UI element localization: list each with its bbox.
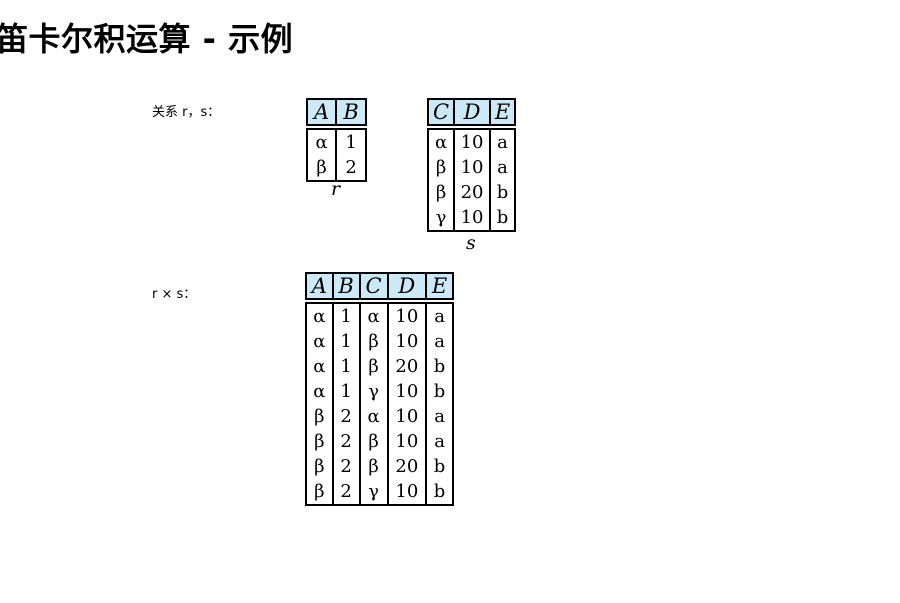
table-cell: β — [305, 404, 334, 429]
table-cell: α — [358, 302, 389, 329]
table-cell: 10 — [453, 128, 491, 155]
caption-r: r — [331, 178, 341, 200]
page-title: 笛卡尔积运算 - 示例 — [0, 20, 294, 58]
column-header: D — [453, 98, 491, 126]
table-s: C D Eα 10 a β 10 a β 20 b γ 10 b — [426, 98, 517, 232]
table-row: γ 10 b — [426, 205, 517, 232]
table-row: α 1 β 20 b — [305, 354, 454, 379]
column-header: A — [305, 272, 334, 300]
column-header: B — [335, 98, 367, 126]
table-cell: b — [488, 205, 517, 232]
table-cell: β — [358, 329, 389, 354]
table-row: α 1 γ 10 b — [305, 379, 454, 404]
table-cell: a — [425, 329, 454, 354]
table-cell: β — [426, 180, 456, 205]
table-cell: 2 — [331, 454, 361, 479]
table-cell: 10 — [386, 329, 428, 354]
table-cell: a — [425, 404, 454, 429]
table-cell: γ — [426, 205, 456, 232]
column-header: B — [331, 272, 361, 300]
table-row: β 2 β 10 a — [305, 429, 454, 454]
table-r-times-s: A B C D Eα 1 α 10 a α 1 β 10 a α 1 β 20 b α 1 γ 10 b β 2 α 10 a β 2 β 10… — [305, 272, 454, 506]
table-cell: β — [358, 454, 389, 479]
column-header: C — [426, 98, 456, 126]
table-cell: α — [305, 329, 334, 354]
table-cell: 2 — [331, 479, 361, 506]
table-cell: β — [358, 429, 389, 454]
table-cell: 1 — [331, 379, 361, 404]
table-row: α 1 α 10 a — [305, 302, 454, 329]
table-cell: 1 — [331, 302, 361, 329]
table-row: α 10 a — [426, 128, 517, 155]
table-cell: a — [488, 128, 517, 155]
table-cell: 1 — [335, 128, 367, 155]
table-cell: b — [425, 454, 454, 479]
table-cell: β — [305, 479, 334, 506]
table-row: α1 — [305, 128, 367, 155]
label-cartesian-product: r × s： — [152, 287, 197, 302]
table-cell: 20 — [386, 454, 428, 479]
header-row: CDE — [426, 98, 517, 126]
table-cell: 2 — [331, 429, 361, 454]
column-header: E — [425, 272, 454, 300]
table-cell: a — [488, 155, 517, 180]
label-relations-r-s: 关系 r，s： — [152, 105, 221, 120]
table-row: β 2 α 10 a — [305, 404, 454, 429]
header-row: ABCDE — [305, 272, 454, 300]
table-cell: a — [425, 429, 454, 454]
table-row: β 2 γ 10 b — [305, 479, 454, 506]
table-row: α 1 β 10 a — [305, 329, 454, 354]
table-cell: 1 — [331, 354, 361, 379]
column-header: A — [305, 98, 338, 126]
table-cell: β — [426, 155, 456, 180]
table-cell: 10 — [386, 379, 428, 404]
table-cell: β — [358, 354, 389, 379]
table-cell: b — [425, 479, 454, 506]
table-cell: α — [305, 128, 338, 155]
table-cell: 2 — [331, 404, 361, 429]
header-row: AB — [305, 98, 367, 126]
table-cell: β — [305, 454, 334, 479]
table-cell: β — [305, 429, 334, 454]
table-cell: α — [305, 354, 334, 379]
table-cell: α — [305, 379, 334, 404]
column-header: E — [488, 98, 517, 126]
table-cell: b — [488, 180, 517, 205]
table-cell: 10 — [386, 429, 428, 454]
table-cell: 10 — [453, 205, 491, 232]
table-cell: γ — [358, 379, 389, 404]
table-row: β 20 b — [426, 180, 517, 205]
table-cell: b — [425, 354, 454, 379]
table-row: β 10 a — [426, 155, 517, 180]
table-cell: 10 — [453, 155, 491, 180]
table-cell: 20 — [453, 180, 491, 205]
table-r: ABα1β2 — [305, 98, 367, 182]
table-cell: α — [305, 302, 334, 329]
caption-s: s — [466, 232, 476, 254]
column-header: D — [386, 272, 428, 300]
table-row: β 2 β 20 b — [305, 454, 454, 479]
table-cell: 1 — [331, 329, 361, 354]
table-cell: α — [426, 128, 456, 155]
table-cell: a — [425, 302, 454, 329]
table-cell: 20 — [386, 354, 428, 379]
column-header: C — [358, 272, 389, 300]
table-cell: b — [425, 379, 454, 404]
table-cell: 10 — [386, 404, 428, 429]
table-cell: 10 — [386, 302, 428, 329]
table-cell: α — [358, 404, 389, 429]
table-cell: 2 — [335, 155, 367, 182]
table-cell: γ — [358, 479, 389, 506]
table-cell: 10 — [386, 479, 428, 506]
